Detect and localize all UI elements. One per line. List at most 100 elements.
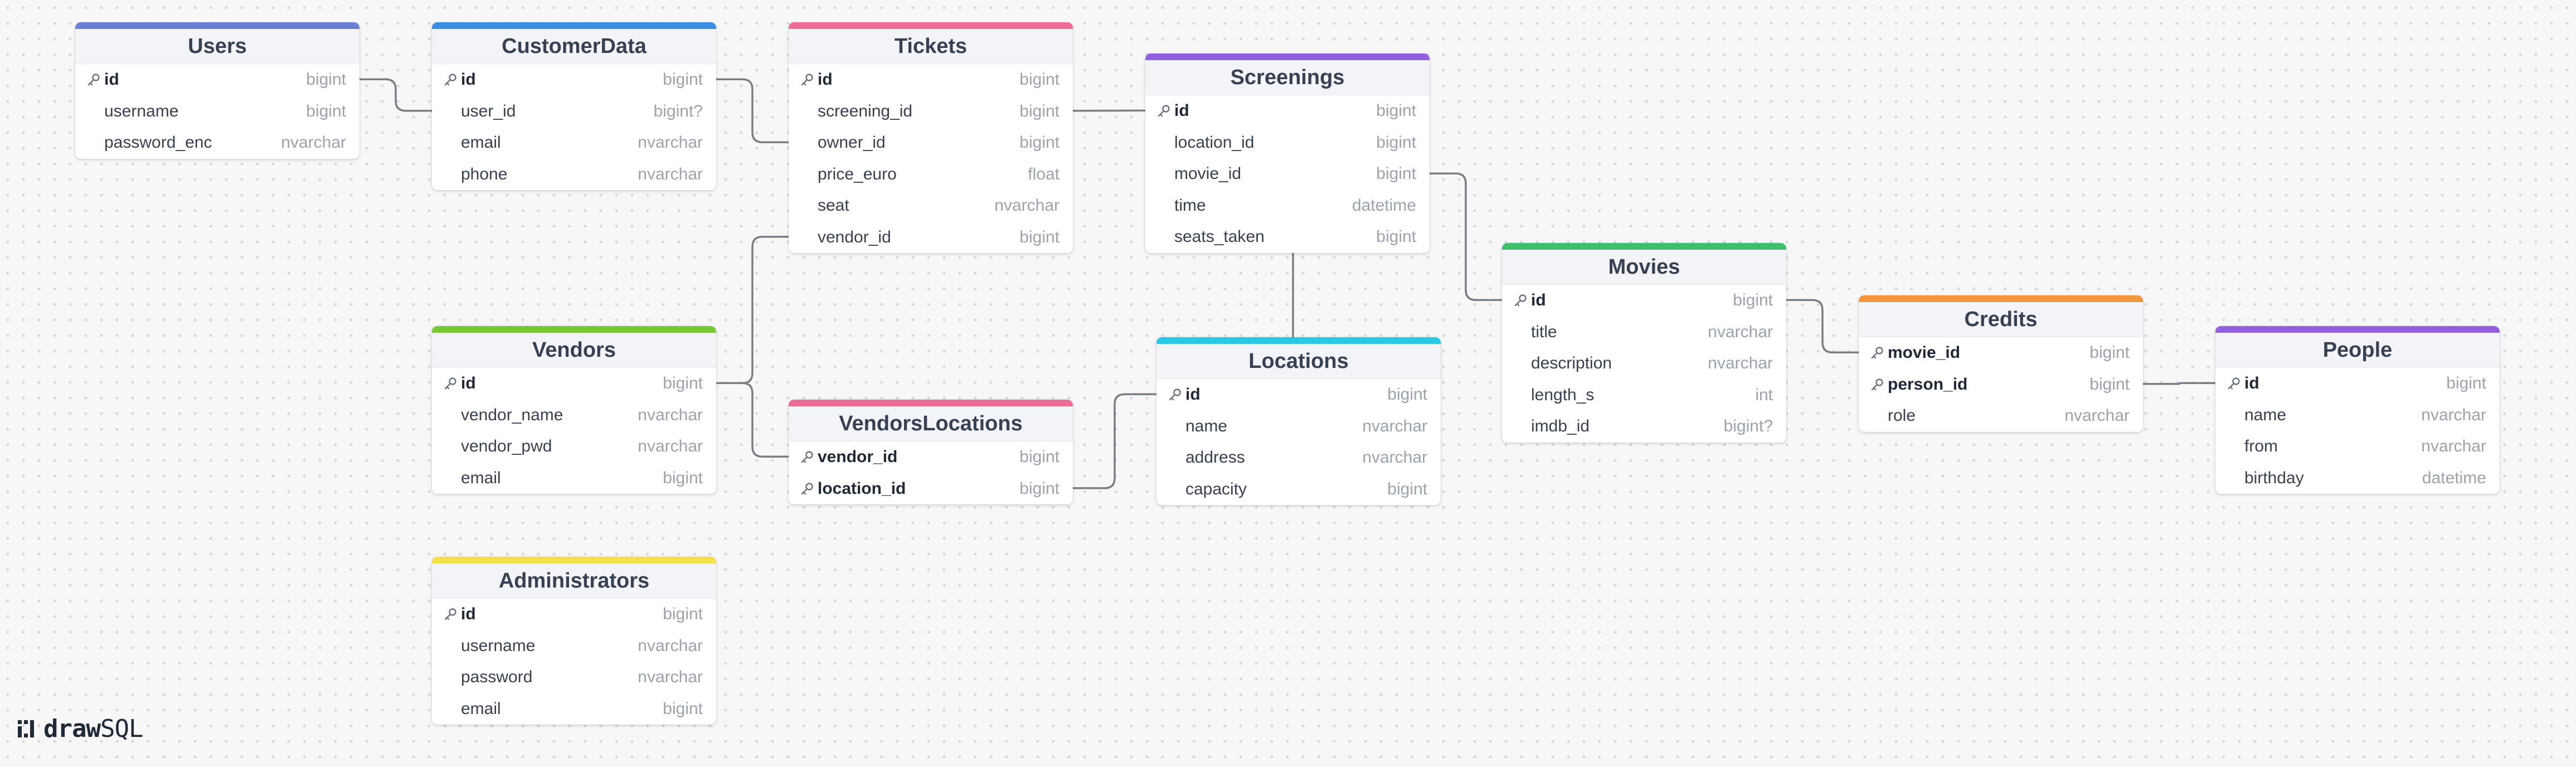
relationship-line[interactable] xyxy=(1073,393,1156,489)
table-row[interactable]: imdb_id bigint? xyxy=(1502,411,1786,443)
table-row[interactable]: id bigint xyxy=(2215,368,2500,400)
table-header[interactable]: Screenings xyxy=(1145,54,1430,95)
table-title: Screenings xyxy=(1230,65,1345,89)
table-row[interactable]: password_enc nvarchar xyxy=(75,127,359,159)
table-row[interactable]: screening_id bigint xyxy=(789,96,1073,128)
table-users[interactable]: Users id bigint username bigint password_enc n… xyxy=(75,22,359,159)
table-row[interactable]: person_id bigint xyxy=(1859,369,2143,401)
table-header[interactable]: Tickets xyxy=(789,22,1073,64)
table-header[interactable]: Movies xyxy=(1502,243,1786,285)
table-header[interactable]: VendorsLocations xyxy=(789,400,1073,441)
table-row[interactable]: vendor_name nvarchar xyxy=(432,400,716,431)
table-people[interactable]: People id bigint name nvarchar from nvarchar bi… xyxy=(2215,326,2500,494)
column-name: email xyxy=(461,133,501,152)
column-name: id xyxy=(1174,101,1189,120)
table-credits[interactable]: Credits movie_id bigint person_id bigint role… xyxy=(1859,295,2143,432)
column-name: vendor_pwd xyxy=(461,437,552,456)
table-row[interactable]: description nvarchar xyxy=(1502,348,1786,380)
table-row[interactable]: location_id bigint xyxy=(1145,127,1430,159)
table-row[interactable]: id bigint xyxy=(1502,285,1786,317)
table-row[interactable]: id bigint xyxy=(1156,379,1441,411)
table-customer-data[interactable]: CustomerData id bigint user_id bigint? email n… xyxy=(432,22,716,190)
key-icon xyxy=(801,451,813,463)
table-movies[interactable]: Movies id bigint title nvarchar description nv… xyxy=(1502,243,1786,443)
table-row[interactable]: username bigint xyxy=(75,96,359,128)
column-name: location_id xyxy=(1174,133,1255,152)
drawsql-wordmark: drawSQL xyxy=(43,715,143,743)
table-row[interactable]: role nvarchar xyxy=(1859,400,2143,432)
table-row[interactable]: id bigint xyxy=(432,599,716,630)
column-name: phone xyxy=(461,164,508,183)
table-row[interactable]: id bigint xyxy=(1145,95,1430,127)
relationship-line[interactable] xyxy=(716,382,789,458)
table-row[interactable]: title nvarchar xyxy=(1502,317,1786,348)
table-row[interactable]: birthday datetime xyxy=(2215,463,2500,494)
table-locations[interactable]: Locations id bigint name nvarchar address nvar… xyxy=(1156,337,1441,505)
column-type: bigint xyxy=(1376,164,1416,183)
table-row[interactable]: seats_taken bigint xyxy=(1145,221,1430,253)
table-row[interactable]: movie_id bigint xyxy=(1859,337,2143,369)
table-row[interactable]: name nvarchar xyxy=(2215,400,2500,431)
table-row[interactable]: time datetime xyxy=(1145,190,1430,222)
column-type: nvarchar xyxy=(2421,437,2486,456)
column-name: role xyxy=(1888,406,1916,425)
column-type: nvarchar xyxy=(638,437,703,456)
table-row[interactable]: id bigint xyxy=(789,64,1073,96)
table-row[interactable]: id bigint xyxy=(432,368,716,400)
column-name: id xyxy=(1185,385,1200,404)
table-row[interactable]: capacity bigint xyxy=(1156,474,1441,506)
table-row[interactable]: phone nvarchar xyxy=(432,159,716,191)
table-row[interactable]: movie_id bigint xyxy=(1145,158,1430,190)
table-row[interactable]: from nvarchar xyxy=(2215,431,2500,463)
table-row[interactable]: id bigint xyxy=(75,64,359,96)
relationship-line[interactable] xyxy=(716,78,789,143)
relationship-line[interactable] xyxy=(359,78,432,112)
relationship-line[interactable] xyxy=(1786,299,1859,353)
table-row[interactable]: location_id bigint xyxy=(789,473,1073,505)
table-tickets[interactable]: Tickets id bigint screening_id bigint owner_i… xyxy=(789,22,1073,253)
table-row[interactable]: length_s int xyxy=(1502,380,1786,411)
table-row[interactable]: vendor_id bigint xyxy=(789,222,1073,254)
table-row[interactable]: address nvarchar xyxy=(1156,442,1441,474)
table-row[interactable]: id bigint xyxy=(432,64,716,96)
relationship-line[interactable] xyxy=(2143,382,2215,385)
table-title: Users xyxy=(188,34,247,58)
column-name: vendor_id xyxy=(818,448,898,467)
table-vendors[interactable]: Vendors id bigint vendor_name nvarchar vendor… xyxy=(432,326,716,494)
column-name: length_s xyxy=(1531,385,1595,404)
table-row[interactable]: price_euro float xyxy=(789,159,1073,191)
table-vendors-locations[interactable]: VendorsLocations vendor_id bigint location_… xyxy=(789,400,1073,504)
relationship-line[interactable] xyxy=(1430,172,1502,301)
table-row[interactable]: name nvarchar xyxy=(1156,411,1441,443)
key-icon xyxy=(1871,347,1883,359)
table-row[interactable]: email nvarchar xyxy=(432,127,716,159)
table-row[interactable]: seat nvarchar xyxy=(789,190,1073,222)
relationship-line[interactable] xyxy=(716,236,789,384)
table-header[interactable]: People xyxy=(2215,326,2500,368)
table-administrators[interactable]: Administrators id bigint username nvarchar pa… xyxy=(432,557,716,725)
relationship-line[interactable] xyxy=(1072,109,1146,112)
key-icon xyxy=(801,483,813,494)
column-name: person_id xyxy=(1888,375,1968,394)
column-name: address xyxy=(1185,448,1245,467)
table-row[interactable]: owner_id bigint xyxy=(789,127,1073,159)
table-row[interactable]: username nvarchar xyxy=(432,630,716,662)
column-type: bigint xyxy=(1387,479,1427,498)
table-row[interactable]: user_id bigint? xyxy=(432,96,716,128)
table-screenings[interactable]: Screenings id bigint location_id bigint movie… xyxy=(1145,54,1430,253)
table-row[interactable]: password nvarchar xyxy=(432,662,716,693)
table-row[interactable]: email bigint xyxy=(432,693,716,725)
table-row[interactable]: email bigint xyxy=(432,463,716,494)
table-header[interactable]: Administrators xyxy=(432,557,716,599)
column-name: id xyxy=(461,605,476,624)
table-row[interactable]: vendor_pwd nvarchar xyxy=(432,431,716,463)
column-type: nvarchar xyxy=(1362,416,1427,435)
table-header[interactable]: CustomerData xyxy=(432,22,716,64)
column-type: bigint xyxy=(1019,133,1059,152)
table-header[interactable]: Vendors xyxy=(432,326,716,368)
table-header[interactable]: Credits xyxy=(1859,295,2143,337)
table-header[interactable]: Locations xyxy=(1156,337,1441,379)
table-header[interactable]: Users xyxy=(75,22,359,64)
column-name: name xyxy=(2244,405,2287,424)
table-row[interactable]: vendor_id bigint xyxy=(789,441,1073,473)
